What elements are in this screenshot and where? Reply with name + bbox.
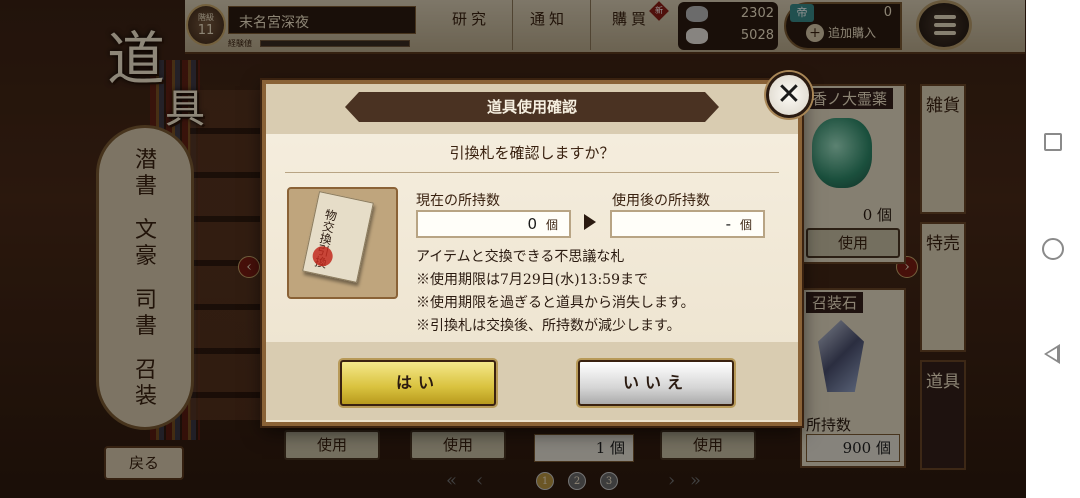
yes-button[interactable]: はい: [340, 360, 496, 406]
current-count-label: 現在の所持数: [416, 193, 500, 209]
arrow-right-icon: [584, 214, 596, 230]
close-icon: ✕: [776, 77, 802, 112]
item-note: ※使用期限を過ぎると道具から消失します。: [416, 295, 695, 311]
item-note: ※引換札は交換後、所持数が減少します。: [416, 318, 681, 334]
unit-label: 個: [546, 218, 559, 232]
back-icon[interactable]: [1044, 344, 1060, 364]
item-note: ※使用期限は7月29日(水)13:59まで: [416, 272, 648, 288]
dialog-title: 道具使用確認: [345, 92, 719, 122]
unit-label: 個: [740, 218, 753, 232]
close-button[interactable]: ✕: [766, 72, 812, 118]
recent-apps-icon[interactable]: [1044, 133, 1062, 151]
no-button[interactable]: いいえ: [578, 360, 734, 406]
home-icon[interactable]: [1042, 238, 1064, 260]
after-count-label: 使用後の所持数: [612, 193, 710, 209]
confirm-question: 引換札を確認しますか？: [449, 144, 615, 162]
divider: [285, 172, 779, 173]
item-description: アイテムと交換できる不思議な札: [416, 249, 625, 265]
